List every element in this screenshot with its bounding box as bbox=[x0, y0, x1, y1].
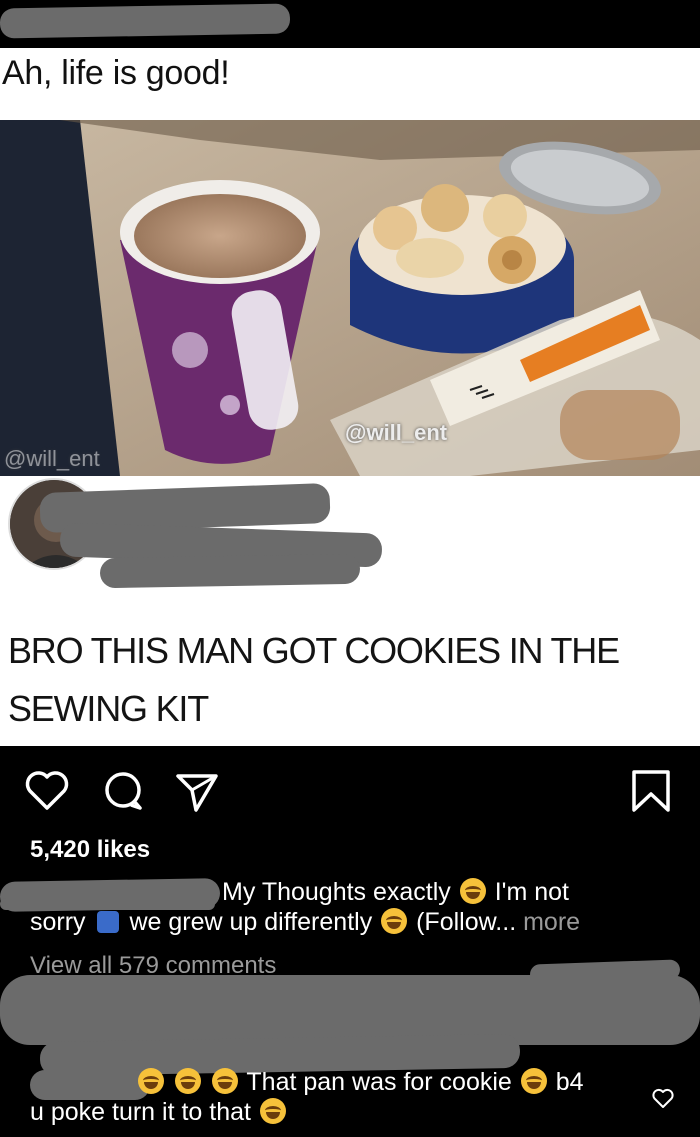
caption-follow-text: (Follow... bbox=[416, 908, 517, 936]
redacted-reply-meta bbox=[99, 553, 361, 589]
caption-text: we grew up differently bbox=[129, 908, 373, 936]
photo-watermark: @will_ent bbox=[345, 420, 448, 445]
tears-of-joy-emoji-icon bbox=[211, 1068, 238, 1094]
redacted-comment-2-username bbox=[30, 1070, 150, 1100]
caption-text: I'm not bbox=[494, 878, 569, 906]
more-link[interactable]: more bbox=[523, 908, 580, 936]
tears-of-joy-emoji-icon bbox=[138, 1068, 164, 1094]
comment-icon[interactable] bbox=[98, 766, 148, 816]
comment-text: That pan was for cookie bbox=[246, 1068, 512, 1096]
comment-text: u poke turn it to that bbox=[30, 1098, 251, 1126]
action-bar bbox=[0, 760, 700, 822]
post-caption: Ah, life is good! bbox=[2, 54, 230, 92]
tears-of-joy-emoji-icon bbox=[174, 1068, 201, 1094]
tea-and-cookies-photo: @will_ent @will_ent bbox=[0, 120, 700, 476]
caption-line-2: sorry we grew up differently (Follow... … bbox=[30, 908, 580, 937]
tears-of-joy-emoji-icon bbox=[520, 1068, 547, 1094]
comment-like-heart-icon[interactable] bbox=[651, 1086, 675, 1110]
heart-icon[interactable] bbox=[22, 766, 72, 816]
redacted-comment-1 bbox=[0, 975, 700, 1045]
redacted-username-top bbox=[0, 3, 291, 39]
redacted-caption-line2 bbox=[0, 898, 215, 910]
caption-text: My Thoughts exactly bbox=[222, 878, 451, 906]
comment-text: b4 bbox=[555, 1068, 584, 1096]
shirt-emoji-icon bbox=[96, 911, 119, 933]
comment-2-line-2: u poke turn it to that bbox=[30, 1098, 288, 1127]
tears-of-joy-emoji-icon bbox=[459, 878, 486, 904]
tears-of-joy-emoji-icon bbox=[259, 1098, 286, 1124]
caption-text: sorry bbox=[30, 908, 86, 936]
like-count[interactable]: 5,420 likes bbox=[30, 836, 150, 864]
send-icon[interactable] bbox=[172, 766, 222, 816]
bookmark-icon[interactable] bbox=[626, 766, 676, 816]
photo-watermark-corner: @will_ent bbox=[4, 446, 100, 471]
comment-2-line-1: That pan was for cookie b4 bbox=[136, 1068, 584, 1097]
tears-of-joy-emoji-icon bbox=[381, 908, 408, 934]
reply-text: BRO THIS MAN GOT COOKIES IN THE SEWING K… bbox=[8, 630, 620, 729]
post-image[interactable]: Ah, life is good! @will_ent @will_ent BR… bbox=[0, 48, 700, 746]
caption-line-1: My Thoughts exactly I'm not bbox=[222, 878, 569, 907]
